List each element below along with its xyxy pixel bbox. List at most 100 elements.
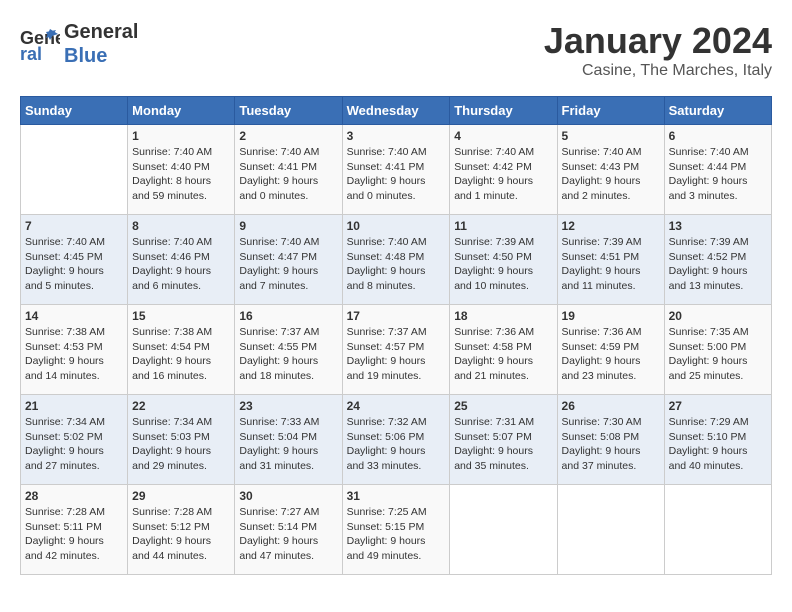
calendar-cell: 30 Sunrise: 7:27 AMSunset: 5:14 PMDayligh… [235,485,342,575]
day-info: Sunrise: 7:29 AMSunset: 5:10 PMDaylight:… [669,415,767,474]
day-number: 11 [454,219,552,233]
day-number: 25 [454,399,552,413]
calendar-cell: 3Sunrise: 7:40 AMSunset: 4:41 PMDaylight… [342,125,450,215]
day-number: 8 [132,219,230,233]
day-info: Sunrise: 7:30 AMSunset: 5:08 PMDaylight:… [562,415,660,474]
calendar-cell: 10 Sunrise: 7:40 AMSunset: 4:48 PMDayligh… [342,215,450,305]
calendar-cell: 8 Sunrise: 7:40 AMSunset: 4:46 PMDaylight… [128,215,235,305]
day-number: 26 [562,399,660,413]
day-info: Sunrise: 7:28 AMSunset: 5:12 PMDaylight:… [132,505,230,564]
calendar-cell: 19Sunrise: 7:36 AMSunset: 4:59 PMDayligh… [557,305,664,395]
day-info: Sunrise: 7:34 AMSunset: 5:02 PMDaylight:… [25,415,123,474]
logo-line2: Blue [64,44,138,68]
day-number: 12 [562,219,660,233]
calendar-cell: 22 Sunrise: 7:34 AMSunset: 5:03 PMDayligh… [128,395,235,485]
calendar-cell: 26 Sunrise: 7:30 AMSunset: 5:08 PMDayligh… [557,395,664,485]
day-number: 22 [132,399,230,413]
calendar-cell: 13 Sunrise: 7:39 AMSunset: 4:52 PMDayligh… [664,215,771,305]
calendar-table: SundayMondayTuesdayWednesdayThursdayFrid… [20,96,772,575]
day-info: Sunrise: 7:38 AMSunset: 4:53 PMDaylight:… [25,325,123,384]
calendar-cell: 17 Sunrise: 7:37 AMSunset: 4:57 PMDayligh… [342,305,450,395]
day-info: Sunrise: 7:40 AMSunset: 4:44 PMDaylight:… [669,145,767,204]
day-number: 9 [239,219,337,233]
day-number: 31 [347,489,446,503]
day-info: Sunrise: 7:33 AMSunset: 5:04 PMDaylight:… [239,415,337,474]
calendar-cell [21,125,128,215]
day-number: 7 [25,219,123,233]
day-number: 5 [562,129,660,143]
day-info: Sunrise: 7:34 AMSunset: 5:03 PMDaylight:… [132,415,230,474]
calendar-cell: 7 Sunrise: 7:40 AMSunset: 4:45 PMDaylight… [21,215,128,305]
day-number: 2 [239,129,337,143]
day-info: Sunrise: 7:27 AMSunset: 5:14 PMDaylight:… [239,505,337,564]
day-info: Sunrise: 7:39 AMSunset: 4:51 PMDaylight:… [562,235,660,294]
day-number: 15 [132,309,230,323]
day-info: Sunrise: 7:32 AMSunset: 5:06 PMDaylight:… [347,415,446,474]
calendar-cell: 12 Sunrise: 7:39 AMSunset: 4:51 PMDayligh… [557,215,664,305]
calendar-cell: 4Sunrise: 7:40 AMSunset: 4:42 PMDaylight… [450,125,557,215]
day-info: Sunrise: 7:40 AMSunset: 4:43 PMDaylight:… [562,145,660,204]
logo: Gene ral General Blue [20,20,138,68]
calendar-cell: 21Sunrise: 7:34 AMSunset: 5:02 PMDayligh… [21,395,128,485]
calendar-cell: 23Sunrise: 7:33 AMSunset: 5:04 PMDayligh… [235,395,342,485]
day-number: 19 [562,309,660,323]
day-info: Sunrise: 7:36 AMSunset: 4:58 PMDaylight:… [454,325,552,384]
header-wednesday: Wednesday [342,97,450,125]
day-number: 1 [132,129,230,143]
header-saturday: Saturday [664,97,771,125]
day-info: Sunrise: 7:40 AMSunset: 4:47 PMDaylight:… [239,235,337,294]
day-info: Sunrise: 7:40 AMSunset: 4:45 PMDaylight:… [25,235,123,294]
day-number: 17 [347,309,446,323]
day-number: 29 [132,489,230,503]
day-number: 10 [347,219,446,233]
day-info: Sunrise: 7:40 AMSunset: 4:41 PMDaylight:… [239,145,337,204]
day-number: 16 [239,309,337,323]
calendar-week-row: 1 Sunrise: 7:40 AMSunset: 4:40 PMDaylight… [21,125,772,215]
day-number: 14 [25,309,123,323]
page-header: Gene ral General Blue January 2024 Casin… [20,20,772,80]
calendar-cell: 6 Sunrise: 7:40 AMSunset: 4:44 PMDaylight… [664,125,771,215]
day-info: Sunrise: 7:35 AMSunset: 5:00 PMDaylight:… [669,325,767,384]
calendar-cell: 31 Sunrise: 7:25 AMSunset: 5:15 PMDayligh… [342,485,450,575]
calendar-cell: 16 Sunrise: 7:37 AMSunset: 4:55 PMDayligh… [235,305,342,395]
day-number: 20 [669,309,767,323]
day-info: Sunrise: 7:40 AMSunset: 4:46 PMDaylight:… [132,235,230,294]
logo-icon: Gene ral [20,24,60,64]
header-friday: Friday [557,97,664,125]
calendar-week-row: 28Sunrise: 7:28 AMSunset: 5:11 PMDayligh… [21,485,772,575]
day-info: Sunrise: 7:40 AMSunset: 4:40 PMDaylight:… [132,145,230,204]
day-info: Sunrise: 7:39 AMSunset: 4:52 PMDaylight:… [669,235,767,294]
day-info: Sunrise: 7:38 AMSunset: 4:54 PMDaylight:… [132,325,230,384]
day-info: Sunrise: 7:39 AMSunset: 4:50 PMDaylight:… [454,235,552,294]
day-number: 30 [239,489,337,503]
day-info: Sunrise: 7:40 AMSunset: 4:41 PMDaylight:… [347,145,446,204]
day-info: Sunrise: 7:31 AMSunset: 5:07 PMDaylight:… [454,415,552,474]
calendar-cell: 20 Sunrise: 7:35 AMSunset: 5:00 PMDayligh… [664,305,771,395]
calendar-header-row: SundayMondayTuesdayWednesdayThursdayFrid… [21,97,772,125]
day-number: 13 [669,219,767,233]
logo-line1: General [64,20,138,44]
day-info: Sunrise: 7:37 AMSunset: 4:55 PMDaylight:… [239,325,337,384]
calendar-cell: 9 Sunrise: 7:40 AMSunset: 4:47 PMDaylight… [235,215,342,305]
calendar-cell [664,485,771,575]
header-monday: Monday [128,97,235,125]
day-number: 4 [454,129,552,143]
header-sunday: Sunday [21,97,128,125]
day-info: Sunrise: 7:37 AMSunset: 4:57 PMDaylight:… [347,325,446,384]
day-info: Sunrise: 7:40 AMSunset: 4:48 PMDaylight:… [347,235,446,294]
calendar-cell: 18Sunrise: 7:36 AMSunset: 4:58 PMDayligh… [450,305,557,395]
day-number: 28 [25,489,123,503]
calendar-cell: 11 Sunrise: 7:39 AMSunset: 4:50 PMDayligh… [450,215,557,305]
day-number: 6 [669,129,767,143]
page-title: January 2024 [544,20,772,62]
calendar-cell: 1 Sunrise: 7:40 AMSunset: 4:40 PMDaylight… [128,125,235,215]
day-info: Sunrise: 7:25 AMSunset: 5:15 PMDaylight:… [347,505,446,564]
calendar-cell: 14 Sunrise: 7:38 AMSunset: 4:53 PMDayligh… [21,305,128,395]
calendar-cell: 15 Sunrise: 7:38 AMSunset: 4:54 PMDayligh… [128,305,235,395]
day-number: 27 [669,399,767,413]
calendar-week-row: 7 Sunrise: 7:40 AMSunset: 4:45 PMDaylight… [21,215,772,305]
day-number: 24 [347,399,446,413]
calendar-cell [557,485,664,575]
calendar-week-row: 14 Sunrise: 7:38 AMSunset: 4:53 PMDayligh… [21,305,772,395]
header-thursday: Thursday [450,97,557,125]
